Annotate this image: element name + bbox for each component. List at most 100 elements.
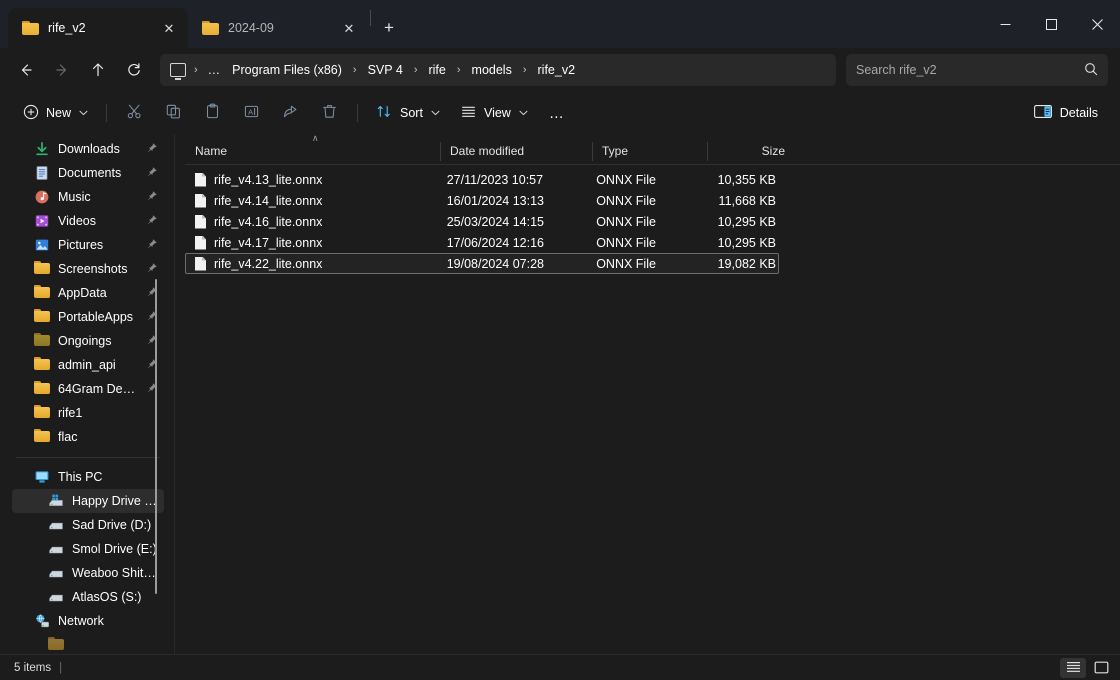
sidebar-item-network[interactable]: Network <box>12 609 164 633</box>
pin-icon[interactable] <box>146 262 158 277</box>
sidebar-item-happy-drive-c[interactable]: Happy Drive (C:) <box>12 489 164 513</box>
chevron-down-icon <box>431 109 440 118</box>
sidebar-item-this-pc[interactable]: This PC <box>12 465 164 489</box>
sidebar-item-ongoings[interactable]: Ongoings <box>12 329 164 353</box>
breadcrumb-item-program-files[interactable]: Program Files (x86) <box>226 60 348 80</box>
file-size-cell: 19,082 KB <box>717 256 776 271</box>
forward-button[interactable] <box>44 54 80 86</box>
sidebar-item-appdata[interactable]: AppData <box>12 281 164 305</box>
minimize-button[interactable] <box>982 0 1028 48</box>
breadcrumb-item-models[interactable]: models <box>466 60 518 80</box>
search-box[interactable]: Search rife_v2 <box>846 54 1108 86</box>
tab-divider <box>370 10 371 26</box>
copy-button[interactable] <box>155 98 192 128</box>
details-view-button[interactable] <box>1060 657 1086 678</box>
tab-title: rife_v2 <box>48 21 86 35</box>
large-icons-view-button[interactable] <box>1088 658 1114 678</box>
new-button-label: New <box>46 106 72 120</box>
refresh-button[interactable] <box>116 54 152 86</box>
close-button[interactable] <box>1074 0 1120 48</box>
sidebar-item-label: AppData <box>58 286 107 300</box>
file-icon <box>195 236 206 250</box>
breadcrumb-item-rife[interactable]: rife <box>422 60 451 80</box>
breadcrumb-separator: › <box>522 64 527 76</box>
breadcrumb[interactable]: › … Program Files (x86) › SVP 4 › rife ›… <box>160 54 836 86</box>
cut-button[interactable] <box>116 98 153 128</box>
table-row[interactable]: rife_v4.13_lite.onnx 27/11/2023 10:57 ON… <box>185 169 779 190</box>
delete-button[interactable] <box>311 98 348 128</box>
column-header-type[interactable]: Type <box>592 138 707 165</box>
sidebar-item-clipped[interactable] <box>12 633 164 654</box>
sidebar-item-videos[interactable]: Videos <box>12 209 164 233</box>
sidebar-item-screenshots[interactable]: Screenshots <box>12 257 164 281</box>
search-icon[interactable] <box>1084 62 1098 79</box>
file-icon <box>195 215 206 229</box>
breadcrumb-overflow[interactable]: … <box>203 60 227 80</box>
folder-icon <box>202 21 219 35</box>
breadcrumb-item-svp4[interactable]: SVP 4 <box>362 60 409 80</box>
pin-icon[interactable] <box>146 190 158 205</box>
sidebar-item-pictures[interactable]: Pictures <box>12 233 164 257</box>
pin-icon[interactable] <box>146 238 158 253</box>
pin-icon[interactable] <box>146 166 158 181</box>
sidebar-item-label: rife1 <box>58 406 83 420</box>
new-tab-button[interactable]: + <box>373 12 405 44</box>
file-type-cell: ONNX File <box>596 193 656 208</box>
sidebar-item-music[interactable]: Music <box>12 185 164 209</box>
window-controls <box>982 0 1120 48</box>
paste-button[interactable] <box>194 98 231 128</box>
drive-icon <box>48 589 64 605</box>
back-button[interactable] <box>8 54 44 86</box>
column-header-name[interactable]: ∧ Name <box>185 133 440 165</box>
sidebar-item-64gram-desktop[interactable]: 64Gram Desktop <box>12 377 164 401</box>
column-header-date-modified[interactable]: Date modified <box>440 138 592 165</box>
maximize-button[interactable] <box>1028 0 1074 48</box>
breadcrumb-separator: › <box>194 64 198 76</box>
details-pane-button[interactable]: Details <box>1024 98 1108 128</box>
sidebar-item-smol-drive-e[interactable]: Smol Drive (E:) <box>12 537 164 561</box>
system-drive-icon <box>48 493 64 509</box>
rename-button[interactable]: A <box>233 98 270 128</box>
column-headers: ∧ Name Date modified Type Size <box>185 133 1120 165</box>
table-row[interactable]: rife_v4.16_lite.onnx 25/03/2024 14:15 ON… <box>185 211 779 232</box>
navigation-pane: Downloads Documents Music Videos Picture… <box>0 134 175 654</box>
pin-icon[interactable] <box>146 142 158 157</box>
new-button[interactable]: New <box>14 98 97 128</box>
sidebar-item-sad-drive-d[interactable]: Sad Drive (D:) <box>12 513 164 537</box>
sidebar-item-label: 64Gram Desktop <box>58 382 138 396</box>
plus-circle-icon <box>23 104 39 123</box>
pictures-icon <box>34 237 50 253</box>
sort-ascending-icon: ∧ <box>312 132 319 143</box>
column-header-size[interactable]: Size <box>707 138 787 165</box>
sidebar-item-atlasos-s[interactable]: AtlasOS (S:) <box>12 585 164 609</box>
close-icon[interactable]: ✕ <box>156 15 182 41</box>
search-input[interactable]: Search rife_v2 <box>856 63 1084 77</box>
sidebar-item-admin-api[interactable]: admin_api <box>12 353 164 377</box>
table-row[interactable]: rife_v4.22_lite.onnx 19/08/2024 07:28 ON… <box>185 253 779 274</box>
table-row[interactable]: rife_v4.17_lite.onnx 17/06/2024 12:16 ON… <box>185 232 779 253</box>
sidebar-item-downloads[interactable]: Downloads <box>12 137 164 161</box>
sort-button-label: Sort <box>400 106 423 120</box>
sidebar-item-weaboo-shit-f[interactable]: Weaboo Shit (F:) <box>12 561 164 585</box>
sort-button[interactable]: Sort <box>367 98 449 128</box>
sidebar-item-rife1[interactable]: rife1 <box>12 401 164 425</box>
view-button[interactable]: View <box>451 98 537 128</box>
file-date-cell: 16/01/2024 13:13 <box>446 193 545 208</box>
tab-2024-09[interactable]: 2024-09 ✕ <box>188 8 368 48</box>
sidebar-item-portableapps[interactable]: PortableApps <box>12 305 164 329</box>
breadcrumb-item-rife-v2[interactable]: rife_v2 <box>532 60 582 80</box>
sidebar-scrollbar[interactable] <box>155 279 157 594</box>
share-button[interactable] <box>272 98 309 128</box>
tab-rife-v2[interactable]: rife_v2 ✕ <box>8 8 188 48</box>
more-options-button[interactable]: … <box>539 98 575 128</box>
sidebar-item-label: Pictures <box>58 238 104 252</box>
file-date-cell: 19/08/2024 07:28 <box>446 256 545 271</box>
up-button[interactable] <box>80 54 116 86</box>
monitor-icon[interactable] <box>170 63 186 80</box>
table-row[interactable]: rife_v4.14_lite.onnx 16/01/2024 13:13 ON… <box>185 190 779 211</box>
pin-icon[interactable] <box>146 214 158 229</box>
close-icon[interactable]: ✕ <box>336 15 362 41</box>
sidebar-item-flac[interactable]: flac <box>12 425 164 449</box>
sidebar-item-documents[interactable]: Documents <box>12 161 164 185</box>
sidebar-item-label: Weaboo Shit (F:) <box>72 566 158 580</box>
